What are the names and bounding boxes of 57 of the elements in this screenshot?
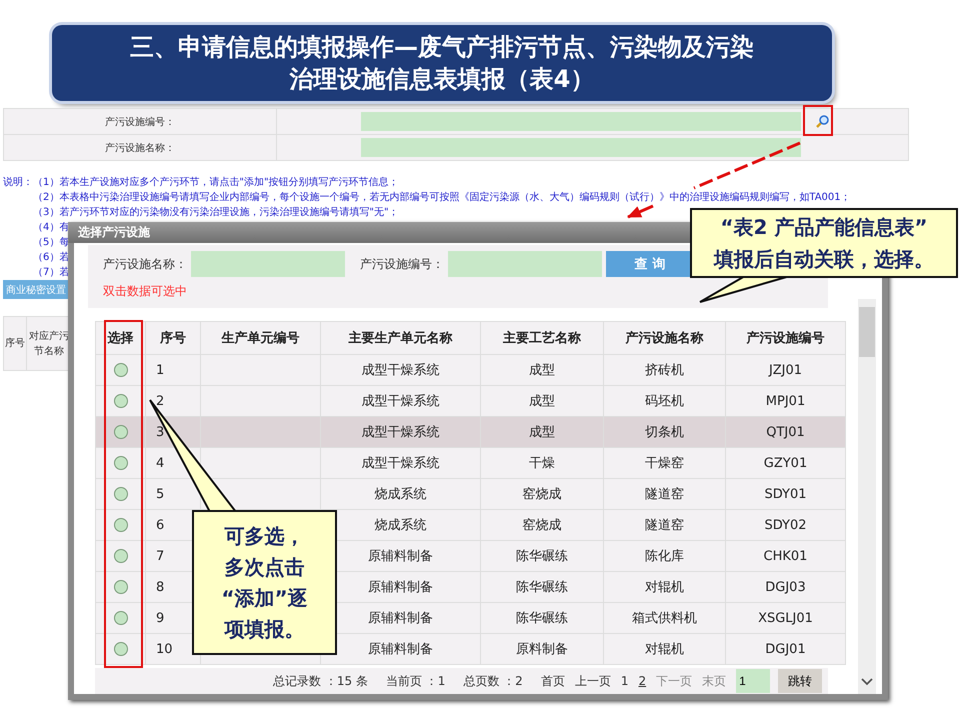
radio-button[interactable]	[114, 580, 128, 594]
note-text: （7）若	[33, 266, 70, 280]
radio-button[interactable]	[114, 642, 128, 656]
page-number[interactable]: 2	[638, 674, 646, 688]
search-icon[interactable]	[815, 114, 829, 128]
note-text: （5）每	[33, 236, 70, 250]
slide-title: 三、申请信息的填报操作—废气产排污节点、污染物及污染 治理设施信息表填报（表4）	[130, 32, 754, 95]
field-label: 产污设施名称：	[4, 135, 277, 160]
pager-stat: 总页数 ：2	[463, 672, 523, 690]
table-row[interactable]: 5 烧成系统 窑烧成 隧道窑 SDY01	[96, 478, 846, 510]
radio-button[interactable]	[114, 394, 128, 408]
radio-button[interactable]	[114, 362, 128, 377]
column-header: 选择	[96, 322, 146, 354]
table-cell: 对辊机	[604, 634, 726, 664]
table-cell: 原料制备	[480, 634, 604, 664]
note-text: （3）若产污环节对应的污染物没有污染治理设施，污染治理设施编号请填写"无"；	[33, 206, 399, 220]
filter-input[interactable]	[448, 251, 602, 277]
radio-button[interactable]	[114, 456, 128, 470]
hint-text: 双击数据可选中	[103, 283, 187, 300]
chevron-down-icon[interactable]	[861, 678, 873, 686]
column-header: 序号	[146, 322, 200, 354]
pager-stat: 总记录数 ：15 条	[273, 672, 368, 690]
input-field[interactable]	[361, 112, 801, 131]
column-header: 产污设施名称	[604, 322, 726, 354]
column-header: 产污设施编号	[726, 322, 846, 354]
pager-link[interactable]: 首页	[540, 672, 565, 690]
pager-stat: 当前页 ：1	[386, 672, 446, 690]
column-header: 生产单元编号	[200, 322, 320, 354]
radio-button[interactable]	[114, 610, 128, 625]
column-header: 主要生产单元名称	[320, 322, 480, 354]
highlight-frame	[803, 105, 833, 136]
jump-button[interactable]: 跳转	[778, 669, 822, 693]
page-input[interactable]: 1	[736, 669, 770, 693]
column-header: 序号	[4, 317, 27, 370]
filter-input[interactable]	[191, 251, 345, 277]
note-text: （2）本表格中污染治理设施编号请填写企业内部编号，每个设施一个编号，若无内部编号可按照《固定污染源（水、大气）编码规则（试行）》中的治理设施编码规则编写，如TA001；	[33, 190, 851, 205]
scrollbar-thumb[interactable]	[859, 307, 875, 357]
table-row[interactable]: 3 成型干燥系统 成型 切条机 QTJ01	[96, 416, 846, 448]
note-text: （4）有	[33, 221, 70, 235]
pager-link[interactable]: 上一页	[574, 672, 611, 690]
filter-label: 产污设施名称：	[103, 256, 187, 272]
radio-button[interactable]	[114, 486, 128, 501]
radio-button[interactable]	[114, 548, 128, 563]
radio-button[interactable]	[114, 518, 128, 532]
input-field[interactable]	[361, 138, 801, 157]
note-text: （1）若本生产设施对应多个产污环节，请点击"添加"按钮分别填写产污环节信息；	[33, 176, 399, 190]
radio-button[interactable]	[114, 424, 128, 439]
notes-heading: 说明：	[3, 176, 33, 190]
filter-label: 产污设施编号：	[360, 256, 444, 272]
column-header: 主要工艺名称	[480, 322, 604, 354]
scrollbar[interactable]	[858, 299, 876, 694]
table-cell: DGJ01	[726, 634, 846, 664]
table-row[interactable]: 1 成型干燥系统 成型 挤砖机 JZJ01	[96, 354, 846, 386]
page-number[interactable]: 1	[620, 674, 628, 688]
table-row[interactable]: 2 成型干燥系统 成型 码坯机 MPJ01	[96, 386, 846, 416]
table-row[interactable]: 4 成型干燥系统 干燥 干燥窑 GZY01	[96, 448, 846, 478]
note-text: （6）若	[33, 250, 70, 265]
